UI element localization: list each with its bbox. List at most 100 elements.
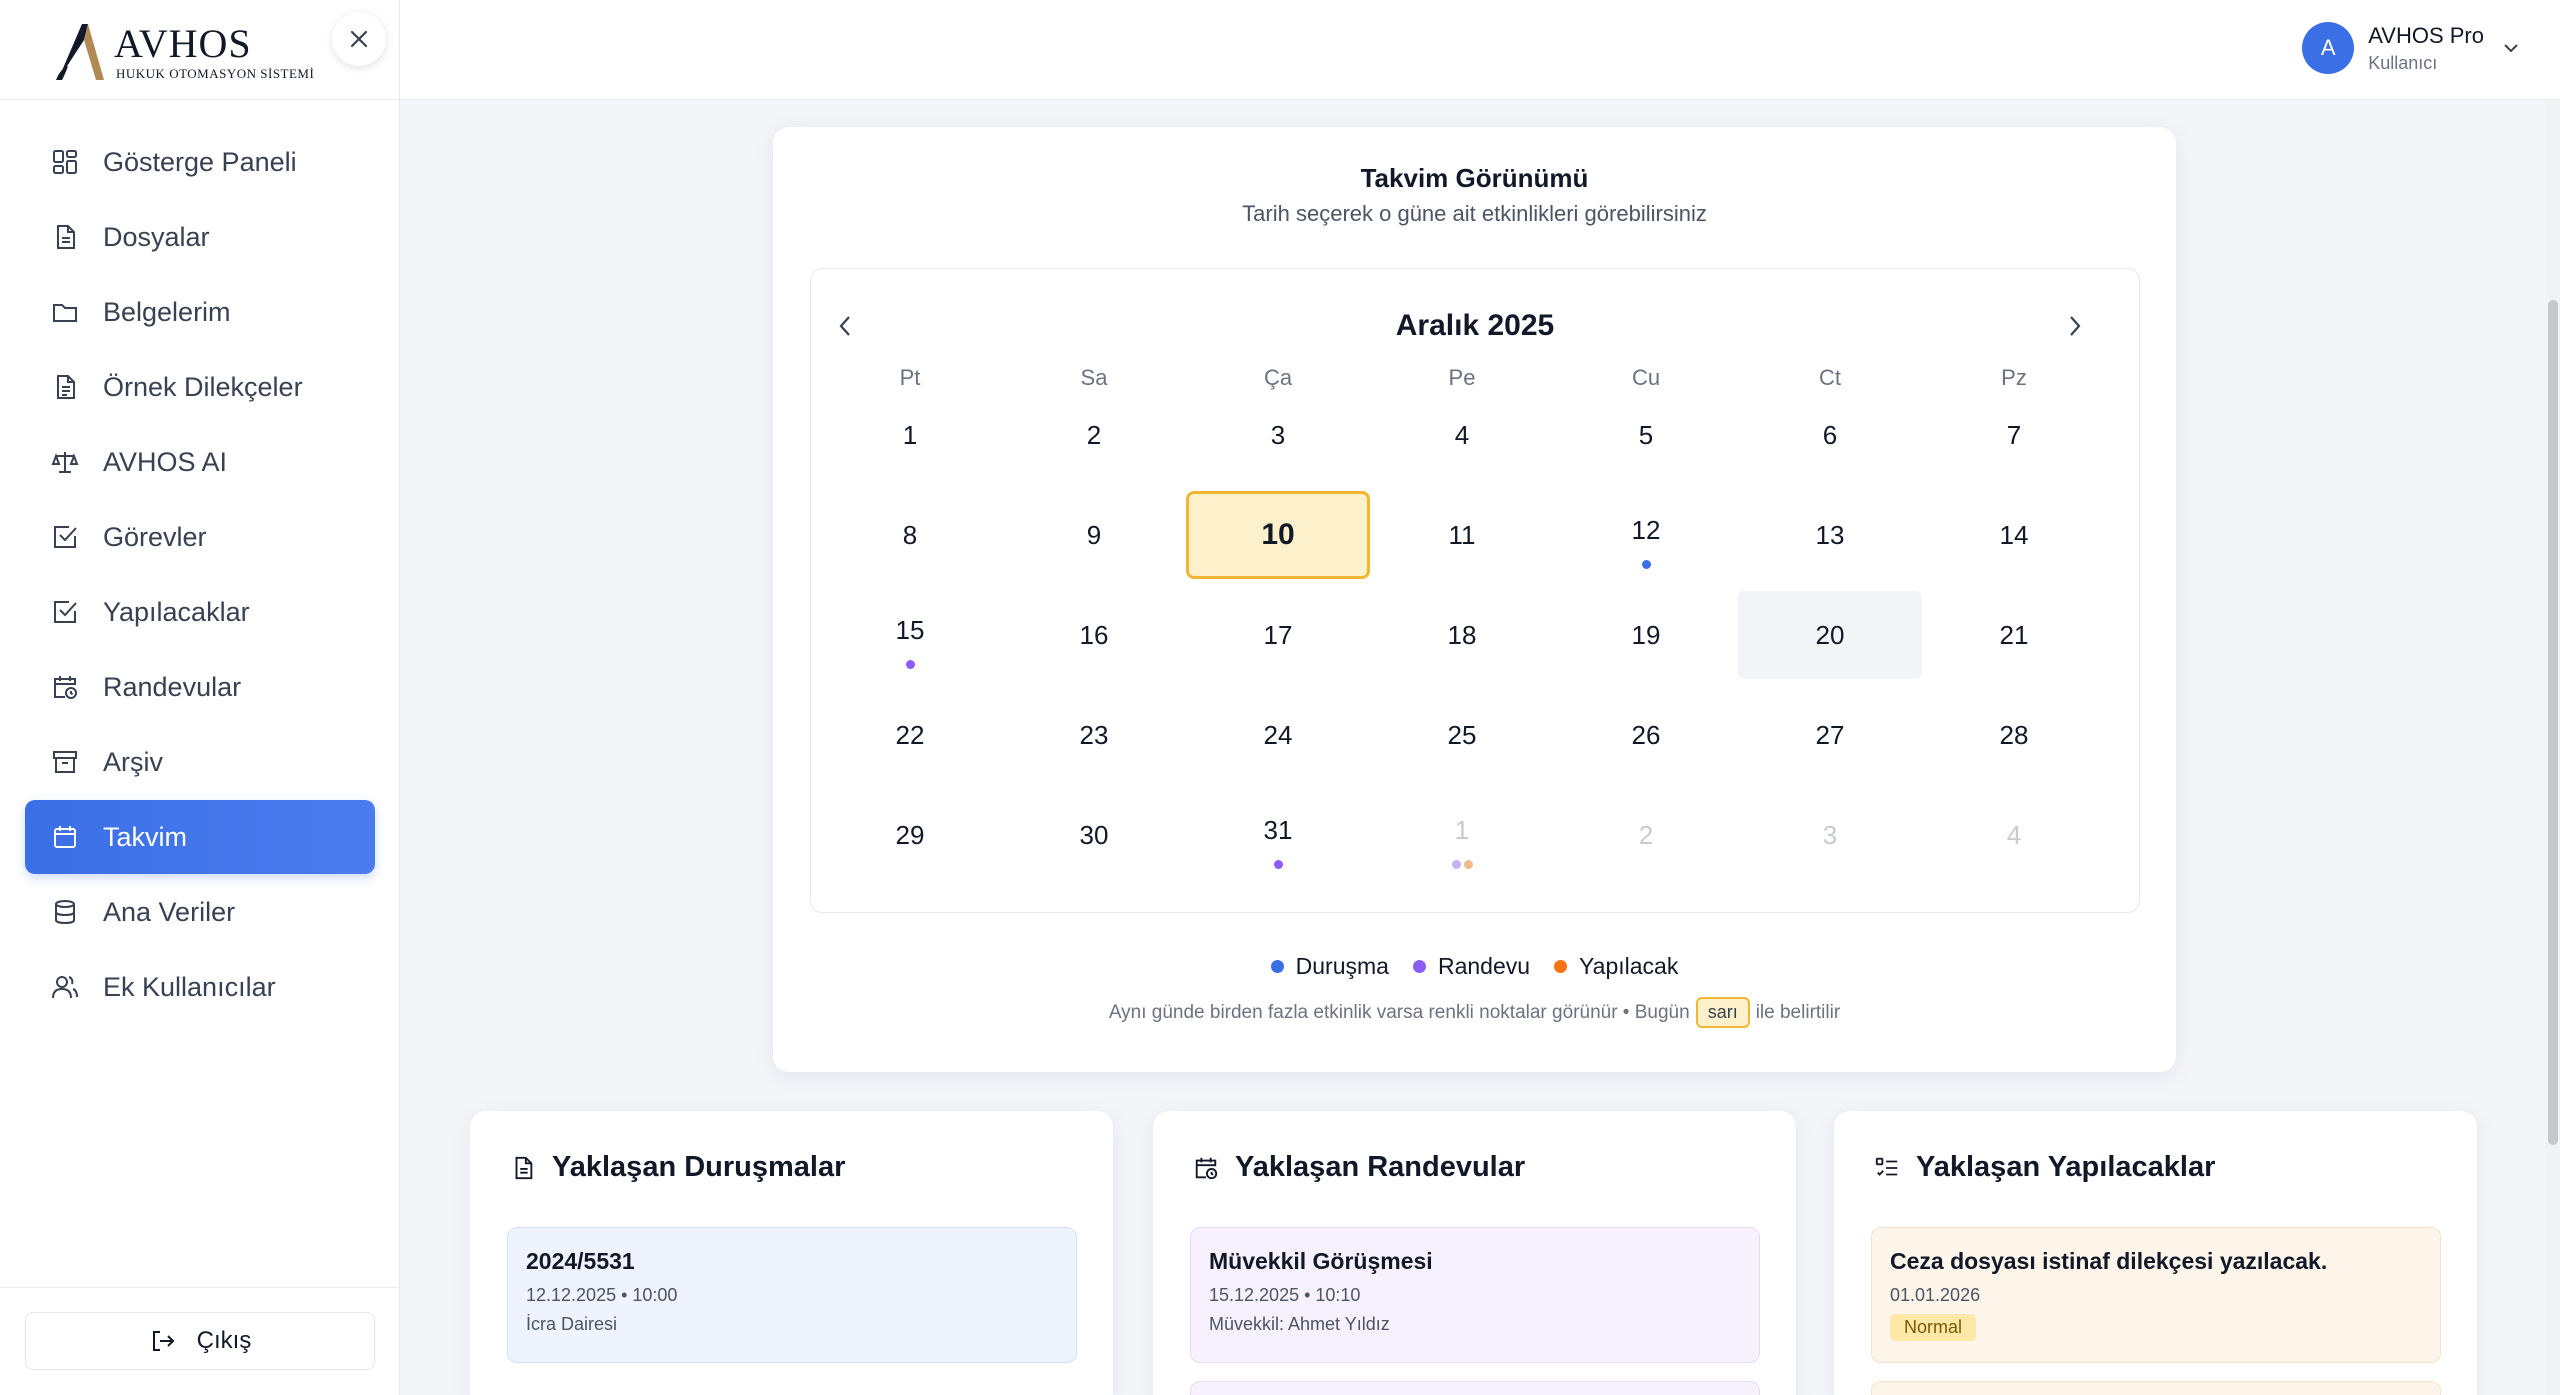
sidebar-item-arsiv[interactable]: Arşiv <box>25 725 375 799</box>
appointment-item[interactable]: Müvekkil Görüşmesi 15.12.2025 • 10:10 Mü… <box>1190 1227 1760 1363</box>
card-title-text: Yaklaşan Yapılacaklar <box>1916 1151 2216 1183</box>
calendar-day[interactable]: 31 <box>1186 791 1370 879</box>
calendar-day[interactable]: 30 <box>1002 791 1186 879</box>
card-title: Yaklaşan Randevular <box>1191 1151 1525 1184</box>
hearing-item[interactable]: 2024/5531 12.12.2025 • 10:00 İcra Daires… <box>507 1227 1077 1363</box>
calendar-day[interactable]: 1 <box>818 391 1002 479</box>
calendar-day[interactable]: 12 <box>1554 491 1738 579</box>
todo-item[interactable]: Ceza dosyası istinaf dilekçesi yazılacak… <box>1871 1227 2441 1363</box>
calendar-legend: Duruşma Randevu Yapılacak <box>773 953 2176 980</box>
calendar-day[interactable]: 9 <box>1002 491 1186 579</box>
sidebar-item-randevular[interactable]: Randevular <box>25 650 375 724</box>
sidebar-item-ana-veriler[interactable]: Ana Veriler <box>25 875 375 949</box>
calendar-day[interactable]: 18 <box>1370 591 1554 679</box>
calendar-day[interactable]: 24 <box>1186 691 1370 779</box>
item-title: Ceza dosyası istinaf dilekçesi yazılacak… <box>1890 1248 2328 1274</box>
file-icon <box>49 221 81 253</box>
day-number: 14 <box>1999 519 2029 550</box>
calendar-title: Takvim Görünümü <box>1360 163 1589 193</box>
event-dots <box>1186 860 1370 869</box>
calendar-day[interactable]: 4 <box>1370 391 1554 479</box>
calendar-day[interactable]: 14 <box>1922 491 2106 579</box>
sidebar-item-gorevler[interactable]: Görevler <box>25 500 375 574</box>
day-number: 11 <box>1448 519 1476 550</box>
chevron-down-icon <box>2504 44 2518 53</box>
calendar-day[interactable]: 1 <box>1370 791 1554 879</box>
calendar-day[interactable]: 27 <box>1738 691 1922 779</box>
legend-dot <box>1412 960 1426 973</box>
legend-label: Duruşma <box>1295 953 1389 979</box>
calendar-day[interactable]: 23 <box>1002 691 1186 779</box>
calendar-day[interactable]: 8 <box>818 491 1002 579</box>
sidebar-item-ornek-dilekceler[interactable]: Örnek Dilekçeler <box>25 350 375 424</box>
calendar-day[interactable]: 17 <box>1186 591 1370 679</box>
calendar-day[interactable]: 21 <box>1922 591 2106 679</box>
sidebar-item-yapilacaklar[interactable]: Yapılacaklar <box>25 575 375 649</box>
sidebar-nav: Gösterge Paneli Dosyalar Belgelerim Örne… <box>25 125 375 1025</box>
day-number: 18 <box>1447 619 1477 650</box>
scrollbar-thumb[interactable] <box>2548 300 2558 1145</box>
calendar-day[interactable]: 2 <box>1002 391 1186 479</box>
calendar-day[interactable]: 6 <box>1738 391 1922 479</box>
calendar-day[interactable]: 4 <box>1922 791 2106 879</box>
day-number: 4 <box>1454 419 1470 450</box>
item-detail: Müvekkil: Ahmet Yıldız <box>1209 1314 1390 1334</box>
calendar-day[interactable]: 22 <box>818 691 1002 779</box>
calendar-day[interactable]: 15 <box>818 591 1002 679</box>
sidebar-item-belgelerim[interactable]: Belgelerim <box>25 275 375 349</box>
sidebar-item-takvim[interactable]: Takvim <box>25 800 375 874</box>
todo-item[interactable] <box>1871 1381 2441 1395</box>
event-dots <box>1370 860 1554 869</box>
card-title: Yaklaşan Duruşmalar <box>508 1151 845 1184</box>
chevron-right-icon <box>2070 316 2081 336</box>
user-menu[interactable]: A AVHOS Pro Kullanıcı <box>2302 22 2520 74</box>
sidebar-item-dosyalar[interactable]: Dosyalar <box>25 200 375 274</box>
weekday-label: Sa <box>1080 365 1108 390</box>
day-number: 2 <box>1086 419 1102 450</box>
close-sidebar-button[interactable] <box>332 12 386 66</box>
day-number: 12 <box>1631 514 1661 545</box>
logout-label: Çıkış <box>196 1327 252 1354</box>
weekday-label: Pe <box>1448 365 1476 390</box>
sidebar-item-ek-kullanicilar[interactable]: Ek Kullanıcılar <box>25 950 375 1024</box>
calendar-note: Aynı günde birden fazla etkinlik varsa r… <box>773 997 2176 1028</box>
checkbox-icon <box>49 596 81 628</box>
calendar-day-today[interactable]: 10 <box>1186 491 1370 579</box>
sidebar-item-gosterge-paneli[interactable]: Gösterge Paneli <box>25 125 375 199</box>
calendar-day[interactable]: 26 <box>1554 691 1738 779</box>
upcoming-appointments-card: Yaklaşan Randevular Müvekkil Görüşmesi 1… <box>1153 1111 1796 1395</box>
calendar-day[interactable]: 20 <box>1738 591 1922 679</box>
calendar-day[interactable]: 29 <box>818 791 1002 879</box>
day-number: 16 <box>1079 619 1109 650</box>
legend-item: Duruşma <box>1270 953 1389 980</box>
calendar-day[interactable]: 16 <box>1002 591 1186 679</box>
weekday-label: Pz <box>2001 365 2027 390</box>
calendar-day[interactable]: 2 <box>1554 791 1738 879</box>
avatar: A <box>2302 22 2355 74</box>
calendar-day[interactable]: 11 <box>1370 491 1554 579</box>
brand: AVHOS HUKUK OTOMASYON SİSTEMİ <box>0 0 399 100</box>
event-dot <box>1451 860 1461 869</box>
next-month-button[interactable] <box>2049 301 2099 351</box>
scrollbar[interactable] <box>2546 100 2560 1395</box>
calendar-day[interactable]: 25 <box>1370 691 1554 779</box>
month-label: Aralık 2025 <box>1395 309 1555 342</box>
sidebar: AVHOS HUKUK OTOMASYON SİSTEMİ Gösterge P… <box>0 0 400 1395</box>
card-title: Yaklaşan Yapılacaklar <box>1872 1151 2215 1184</box>
day-number: 7 <box>2006 419 2022 450</box>
item-detail: İcra Dairesi <box>526 1314 618 1334</box>
weekday-label: Ct <box>1819 365 1841 390</box>
calendar-day[interactable]: 3 <box>1186 391 1370 479</box>
sidebar-item-avhos-ai[interactable]: AVHOS AI <box>25 425 375 499</box>
calendar-day[interactable]: 28 <box>1922 691 2106 779</box>
day-number: 24 <box>1263 719 1293 750</box>
logout-button[interactable]: Çıkış <box>25 1312 375 1370</box>
calendar-day[interactable]: 13 <box>1738 491 1922 579</box>
document-icon <box>49 371 81 403</box>
calendar-day[interactable]: 5 <box>1554 391 1738 479</box>
appointment-item[interactable] <box>1190 1381 1760 1395</box>
calendar-day[interactable]: 3 <box>1738 791 1922 879</box>
calendar-day[interactable]: 7 <box>1922 391 2106 479</box>
brand-subtitle: HUKUK OTOMASYON SİSTEMİ <box>116 66 315 81</box>
calendar-day[interactable]: 19 <box>1554 591 1738 679</box>
